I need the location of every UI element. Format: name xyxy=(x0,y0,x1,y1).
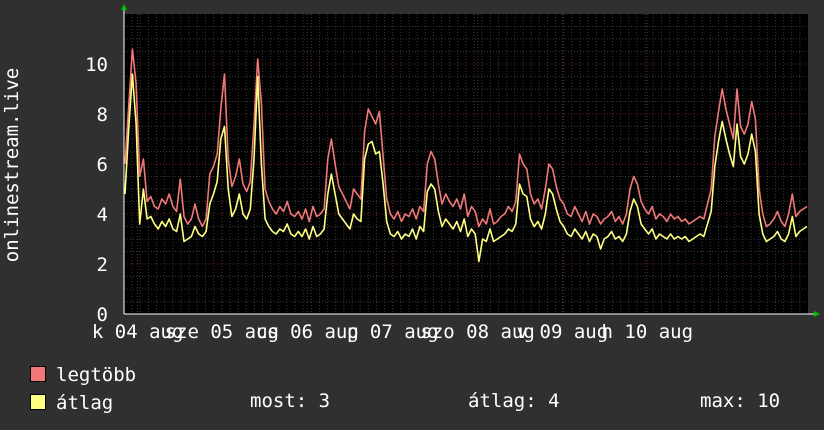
y-axis-arrow xyxy=(121,4,127,10)
y-tick-labels: 0246810 xyxy=(85,54,108,326)
x-tick-labels: k 04 augsze 05 augcs 06 augp 07 augszo 0… xyxy=(92,321,693,343)
legend-item-legtobb: legtöbb xyxy=(30,364,136,386)
stat-most: most: 3 xyxy=(250,390,331,412)
y-axis-label: onlinestream.live xyxy=(1,68,23,262)
x-tick-label: v 09 aug xyxy=(517,321,609,343)
y-tick-label: 4 xyxy=(97,204,108,226)
y-tick-label: 8 xyxy=(97,104,108,126)
y-tick-label: 6 xyxy=(97,154,108,176)
legend-swatch-legtobb xyxy=(30,366,46,382)
legend-swatch-atlag xyxy=(30,394,46,410)
x-tick-label: h 10 aug xyxy=(602,321,694,343)
y-tick-label: 10 xyxy=(85,54,108,76)
stat-max: max: 10 xyxy=(700,390,781,412)
legend-item-atlag: átlag xyxy=(30,392,113,414)
stat-atlag: átlag: 4 xyxy=(468,390,560,412)
x-axis-arrow xyxy=(814,311,820,317)
legend-label-legtobb: legtöbb xyxy=(56,364,137,386)
x-tick-label: cs 06 aug xyxy=(256,321,359,343)
legend-label-atlag: átlag xyxy=(56,392,114,414)
y-tick-label: 2 xyxy=(97,254,108,276)
line-chart: 0246810 k 04 augsze 05 augcs 06 augp 07 … xyxy=(1,4,820,343)
